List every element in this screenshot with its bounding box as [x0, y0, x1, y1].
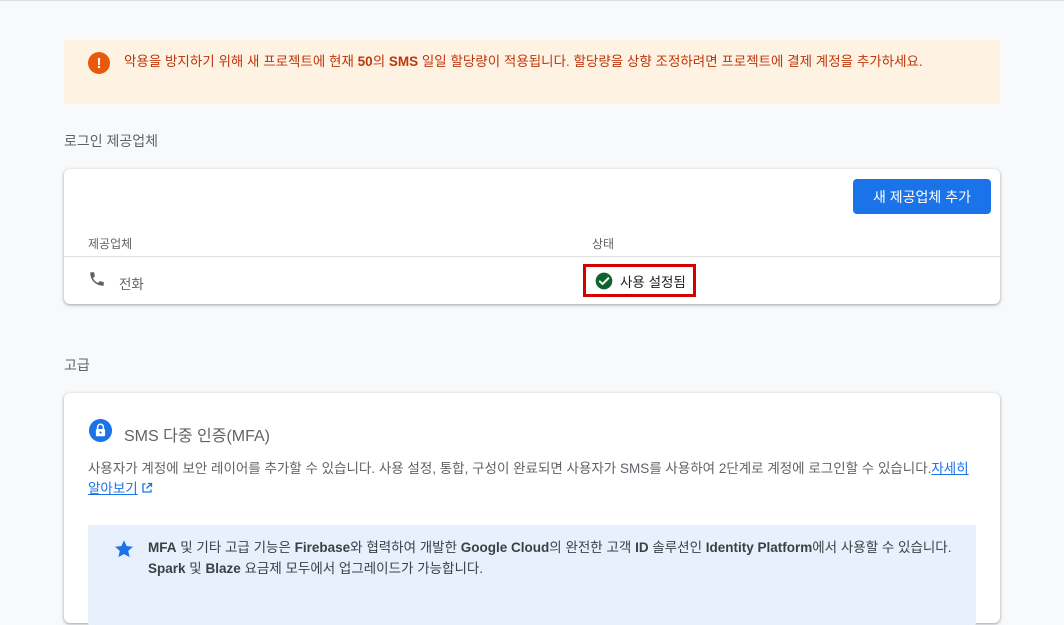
mfa-description: 사용자가 계정에 보안 레이어를 추가할 수 있습니다. 사용 설정, 통합, …	[88, 459, 978, 499]
phone-icon	[88, 270, 106, 288]
provider-name: 전화	[119, 277, 144, 292]
text-segment: 의 완전한 고객	[549, 540, 636, 555]
text-segment: 솔루션인	[648, 540, 706, 555]
bold-text-segment: MFA	[148, 540, 177, 555]
providers-table-header: 제공업체 상태	[64, 225, 1000, 257]
section-title-advanced: 고급	[64, 357, 90, 373]
section-title-providers: 로그인 제공업체	[64, 133, 159, 149]
column-header-provider: 제공업체	[88, 237, 133, 251]
mfa-description-text: 사용자가 계정에 보안 레이어를 추가할 수 있습니다. 사용 설정, 통합, …	[88, 461, 932, 476]
exclamation-icon: !	[88, 52, 110, 74]
text-segment: 악용을 방지하기 위해 새 프로젝트에 현재	[124, 54, 358, 69]
status-label: 사용 설정됨	[620, 274, 686, 290]
text-segment: 요금제 모두에서 업그레이드가 가능합니다.	[240, 561, 484, 576]
bold-text-segment: Blaze	[205, 561, 241, 576]
sms-quota-warning-banner: ! 악용을 방지하기 위해 새 프로젝트에 현재 50의 SMS 일일 할당량이…	[64, 40, 1000, 104]
mfa-card: SMS 다중 인증(MFA) 사용자가 계정에 보안 레이어를 추가할 수 있습…	[64, 393, 1000, 625]
info-text: MFA 및 기타 고급 기능은 Firebase와 협력하여 개발한 Googl…	[148, 537, 958, 579]
providers-card: 새 제공업체 추가 제공업체 상태 전화 사용 설정됨	[64, 169, 1000, 304]
add-provider-button[interactable]: 새 제공업체 추가	[853, 179, 991, 214]
check-circle-icon	[594, 271, 614, 291]
external-link-icon	[141, 480, 153, 493]
lock-icon	[88, 418, 113, 443]
text-segment: 및 기타 고급 기능은	[176, 540, 295, 555]
text-segment: 와 협력하여 개발한	[350, 540, 461, 555]
status-enabled-highlight: 사용 설정됨	[583, 264, 696, 297]
star-icon	[113, 538, 135, 560]
column-header-status: 상태	[592, 237, 615, 251]
bold-text-segment: Firebase	[294, 540, 351, 555]
identity-platform-info-box: MFA 및 기타 고급 기능은 Firebase와 협력하여 개발한 Googl…	[88, 525, 976, 625]
bold-text-segment: SMS	[388, 54, 419, 69]
bold-text-segment: ID	[635, 540, 649, 555]
text-segment: 일일 할당량이 적용됩니다. 할당량을 상향 조정하려면 프로젝트에 결제 계정…	[418, 54, 923, 69]
mfa-title: SMS 다중 인증(MFA)	[124, 428, 270, 445]
top-divider	[0, 0, 1064, 1]
bold-text-segment: Spark	[148, 561, 186, 576]
bold-text-segment: 50	[357, 54, 373, 69]
bold-text-segment: Identity Platform	[705, 540, 813, 555]
bold-text-segment: Google Cloud	[460, 540, 550, 555]
text-segment: 및	[185, 561, 206, 576]
table-row[interactable]: 전화 사용 설정됨	[64, 257, 1000, 303]
text-segment: 에서 사용할 수 있습니다.	[812, 540, 952, 555]
text-segment: 의	[372, 54, 389, 69]
warning-text: 악용을 방지하기 위해 새 프로젝트에 현재 50의 SMS 일일 할당량이 적…	[124, 52, 976, 72]
